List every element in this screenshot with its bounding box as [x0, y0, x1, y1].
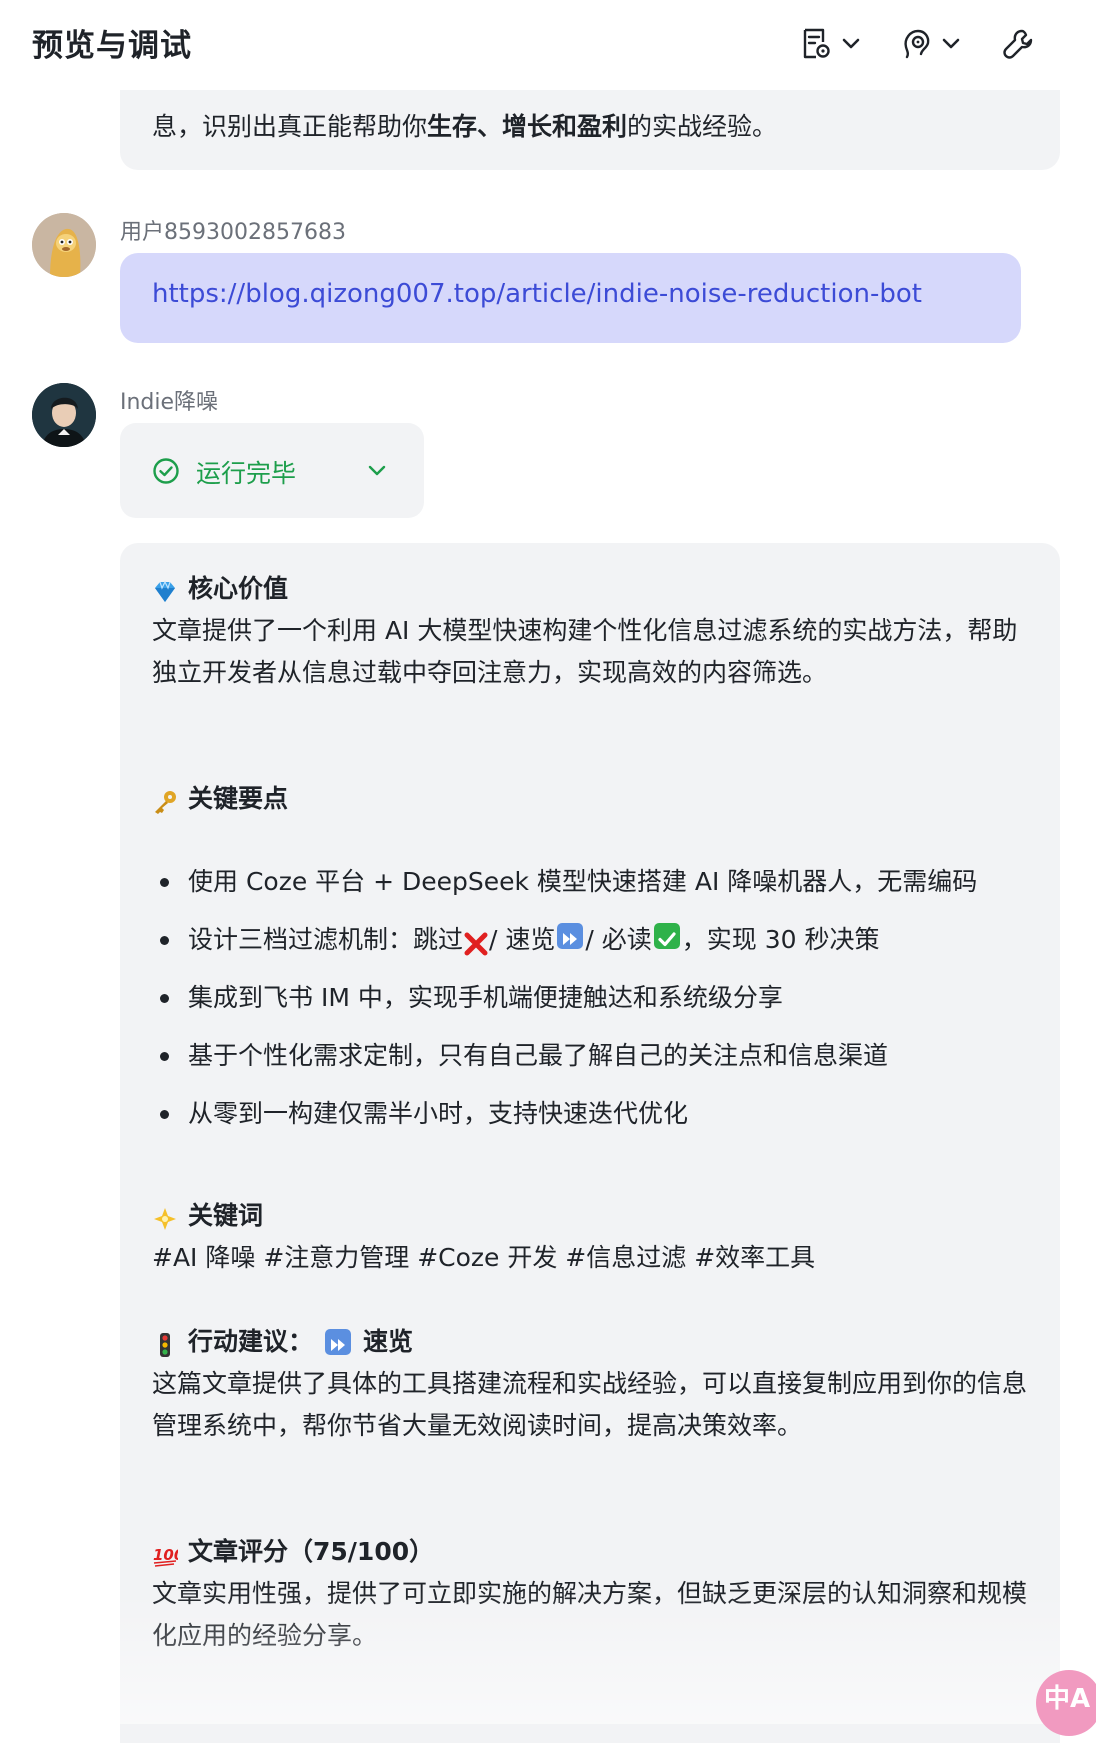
tools-button[interactable] [1002, 24, 1034, 64]
gem-icon [152, 576, 178, 602]
bot-avatar[interactable] [32, 383, 96, 447]
core-value-text: 文章提供了一个利用 AI 大模型快速构建个性化信息过滤系统的实战方法，帮助独立开… [152, 616, 1018, 687]
fast-forward-icon [325, 1329, 352, 1355]
earpiece-settings-icon [900, 27, 932, 61]
list-item: 设计三档过滤机制：跳过 / 速览 / 必读 ，实现 30 秒决策 [152, 919, 1032, 961]
page-title: 预览与调试 [32, 28, 192, 64]
score-text: 文章实用性强，提供了可立即实施的解决方案，但缺乏更深层的认知洞察和规模化应用的经… [152, 1579, 1028, 1650]
user-sender-name: 用户8593002857683 [120, 220, 346, 245]
article-link[interactable]: https://blog.qizong007.top/article/indie… [152, 279, 922, 309]
check-circle-icon [152, 457, 180, 489]
list-item: 集成到飞书 IM 中，实现手机端便捷触达和系统级分享 [152, 977, 1032, 1019]
chevron-down-icon [940, 35, 962, 53]
previous-message-text: 息，识别出真正能帮助你生存、增长和盈利的实战经验。 [152, 112, 778, 141]
user-message-bubble: https://blog.qizong007.top/article/indie… [120, 253, 1021, 343]
document-settings-dropdown[interactable] [800, 24, 862, 64]
action-heading: 行动建议： 速览 [152, 1321, 1032, 1363]
document-settings-icon [800, 27, 832, 61]
hundred-points-icon: 100 [152, 1539, 184, 1567]
action-text: 这篇文章提供了具体的工具搭建流程和实战经验，可以直接复制应用到你的信息管理系统中… [152, 1369, 1028, 1440]
list-item: 基于个性化需求定制，只有自己最了解自己的关注点和信息渠道 [152, 1035, 1032, 1077]
cross-mark-icon [463, 928, 489, 956]
bot-sender-name: Indie降噪 [120, 390, 219, 415]
bot-answer-card: 核心价值 文章提供了一个利用 AI 大模型快速构建个性化信息过滤系统的实战方法，… [120, 543, 1060, 1743]
chevron-down-icon [366, 461, 388, 485]
translate-button[interactable]: 中A [1036, 1670, 1096, 1736]
key-points-heading: 关键要点 [152, 778, 1032, 820]
fast-forward-icon [557, 923, 584, 949]
check-mark-button-icon [653, 923, 680, 949]
user-avatar[interactable] [32, 213, 96, 277]
keywords-heading: 关键词 [152, 1195, 1032, 1237]
run-status-toggle[interactable]: 运行完毕 [120, 423, 424, 518]
list-item: 从零到一构建仅需半小时，支持快速迭代优化 [152, 1093, 1032, 1135]
voice-settings-dropdown[interactable] [900, 24, 962, 64]
glowing-star-icon [152, 1203, 178, 1230]
run-status-label: 运行完毕 [196, 459, 297, 488]
chevron-down-icon [840, 35, 862, 53]
key-icon [152, 786, 178, 814]
keywords-text: #AI 降噪 #注意力管理 #Coze 开发 #信息过滤 #效率工具 [152, 1243, 816, 1272]
score-heading: 100 文章评分（75/100） [152, 1537, 435, 1567]
traffic-light-icon [152, 1329, 178, 1357]
core-value-heading: 核心价值 [152, 568, 1032, 610]
key-points-list: 使用 Coze 平台 + DeepSeek 模型快速搭建 AI 降噪机器人，无需… [152, 861, 1032, 1151]
wrench-icon [1002, 27, 1034, 61]
top-header: 预览与调试 [0, 0, 1096, 90]
translate-label: 中A [1044, 1684, 1091, 1714]
list-item: 使用 Coze 平台 + DeepSeek 模型快速搭建 AI 降噪机器人，无需… [152, 861, 1032, 903]
